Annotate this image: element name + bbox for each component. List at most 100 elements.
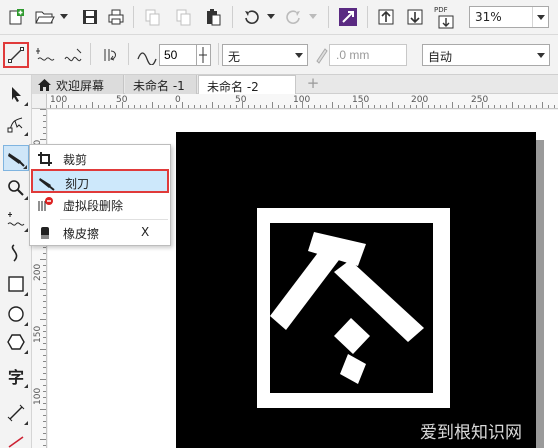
zoom-level-value: 31% <box>475 10 502 24</box>
ruler-label: 250 <box>471 95 489 105</box>
ruler-tick <box>170 105 171 108</box>
ruler-tick <box>43 265 46 266</box>
ruler-tick <box>206 105 207 108</box>
flyout-item-crop[interactable]: 裁剪 <box>31 147 169 171</box>
ruler-tick <box>272 102 273 108</box>
artwork-graphic <box>257 208 450 408</box>
tab-untitled-1[interactable]: 未命名 -1 <box>125 75 197 94</box>
save-icon[interactable] <box>78 5 102 29</box>
ellipse-tool-icon[interactable] <box>3 301 29 327</box>
export-icon[interactable] <box>403 5 427 29</box>
open-dropdown-icon[interactable] <box>60 14 68 19</box>
toolbar-separator <box>367 6 368 28</box>
outline-width-input[interactable] <box>329 44 407 66</box>
ruler-tick <box>518 105 519 108</box>
zoom-level-select[interactable]: 31% <box>469 6 549 28</box>
parallel-dimension-tool-icon[interactable] <box>3 400 29 426</box>
outline-style-select[interactable]: 无 <box>222 44 308 66</box>
undo-dropdown-icon[interactable] <box>267 14 275 19</box>
tab-welcome-screen[interactable]: 欢迎屏幕 <box>32 75 124 94</box>
freehand-mode-icon[interactable] <box>33 42 59 68</box>
flyout-item-label: 刻刀 <box>65 177 90 191</box>
ruler-tick <box>314 105 315 108</box>
ruler-tick <box>50 105 51 108</box>
smoothing-slider[interactable] <box>197 44 211 66</box>
freehand-tool-icon[interactable] <box>3 207 29 233</box>
auto-close-curve-icon[interactable] <box>98 42 124 68</box>
ruler-label: 50 <box>116 95 128 105</box>
ruler-tick <box>43 415 46 416</box>
chevron-down-icon[interactable] <box>533 45 549 65</box>
search-content-icon[interactable] <box>336 5 360 29</box>
pdf-label: PDF <box>434 6 448 14</box>
chevron-down-icon[interactable] <box>291 45 307 65</box>
redo-dropdown-icon[interactable] <box>309 14 317 19</box>
ruler-tick <box>452 102 453 108</box>
ruler-tick <box>488 105 489 108</box>
ruler-label: 150 <box>352 95 370 105</box>
ruler-tick <box>512 102 513 108</box>
ruler-tick <box>43 115 46 116</box>
flyout-indicator-icon <box>24 421 28 425</box>
ruler-tick <box>320 105 321 108</box>
ruler-label: 200 <box>411 95 429 105</box>
smoothing-input[interactable] <box>159 44 197 66</box>
undo-icon[interactable] <box>240 5 264 29</box>
flyout-item-knife[interactable]: 刻刀 <box>31 169 169 193</box>
ruler-tick <box>290 105 291 108</box>
pick-tool-icon[interactable] <box>3 81 29 107</box>
ruler-tick <box>43 421 46 422</box>
black-artwork[interactable] <box>176 132 536 448</box>
ruler-tick <box>494 105 495 108</box>
connector-tool-icon[interactable] <box>3 429 29 448</box>
ruler-label: 0 <box>175 95 181 105</box>
property-bar: 无 自动 <box>0 35 558 75</box>
redo-icon[interactable] <box>281 5 305 29</box>
artistic-media-tool-icon[interactable] <box>3 240 29 266</box>
export-pdf-icon[interactable]: PDF <box>432 5 460 29</box>
zoom-tool-icon[interactable] <box>3 175 29 201</box>
crop-tool-icon[interactable] <box>3 145 29 171</box>
ruler-tick <box>428 105 429 108</box>
ruler-tick <box>308 105 309 108</box>
watermark: 爱到根知识网 <box>420 423 522 443</box>
wavy-line-icon[interactable] <box>61 42 87 68</box>
add-tab-button[interactable]: + <box>306 76 320 91</box>
toolbar-separator <box>218 43 219 65</box>
tab-untitled-2-label: 未命名 -2 <box>207 80 259 94</box>
ruler-tick <box>43 445 46 446</box>
paste-icon[interactable] <box>201 5 225 29</box>
import-icon[interactable] <box>374 5 398 29</box>
ruler-tick <box>416 105 417 108</box>
freehand-tool-icon[interactable] <box>3 42 29 68</box>
flyout-item-virtual-segment-delete[interactable]: 虚拟段删除 <box>31 193 169 217</box>
horizontal-ruler[interactable]: 100 50 0 50 100 150 200 250 <box>32 94 558 109</box>
ruler-origin[interactable] <box>32 94 47 109</box>
ruler-tick <box>410 105 411 108</box>
ruler-tick <box>43 271 46 272</box>
ruler-tick <box>332 102 333 108</box>
shape-tool-icon[interactable] <box>3 111 29 137</box>
print-icon[interactable] <box>104 5 128 29</box>
ruler-tick <box>524 105 525 108</box>
flyout-item-eraser[interactable]: 橡皮擦 X <box>31 221 169 245</box>
zoom-dropdown-icon[interactable] <box>532 7 548 27</box>
ruler-tick <box>43 367 46 368</box>
ruler-label: 200 <box>33 263 43 281</box>
text-tool-icon[interactable]: 字 <box>3 363 29 389</box>
flyout-item-label: 橡皮擦 <box>63 227 100 241</box>
rectangle-tool-icon[interactable] <box>3 271 29 297</box>
copy-icon[interactable] <box>171 5 195 29</box>
open-folder-icon[interactable] <box>33 5 57 29</box>
new-document-icon[interactable] <box>4 5 28 29</box>
cut-icon[interactable] <box>140 5 164 29</box>
ruler-tick <box>284 105 285 108</box>
ruler-tick <box>134 105 135 108</box>
polygon-tool-icon[interactable] <box>3 329 29 355</box>
ruler-tick <box>164 105 165 108</box>
ruler-tick <box>218 105 219 108</box>
auto-select[interactable]: 自动 <box>422 44 550 66</box>
ruler-tick <box>43 403 46 404</box>
tab-untitled-2[interactable]: 未命名 -2 <box>198 75 296 94</box>
tab-welcome-label: 欢迎屏幕 <box>56 79 105 93</box>
